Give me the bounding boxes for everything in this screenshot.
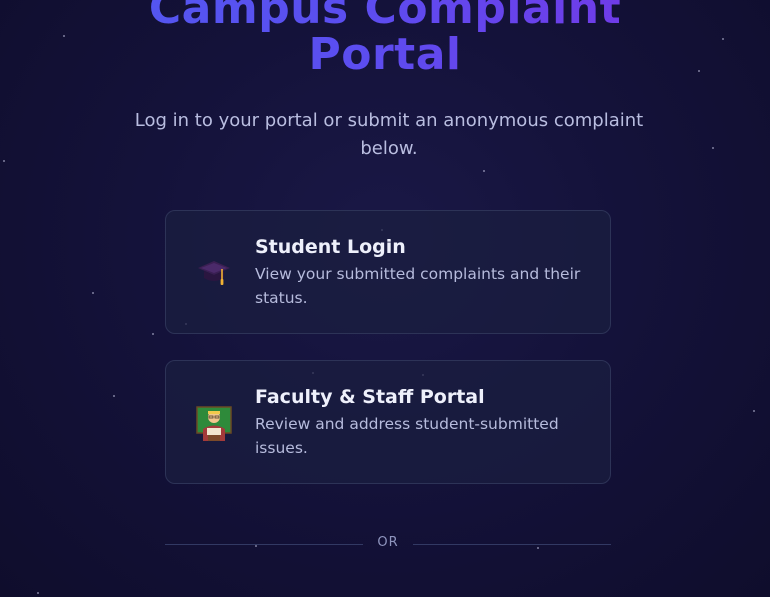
student-login-card[interactable]: Student Login View your submitted compla… [165, 210, 611, 334]
faculty-staff-portal-card[interactable]: Faculty & Staff Portal Review and addres… [165, 360, 611, 484]
teacher-icon [196, 405, 232, 441]
divider-line-right [413, 544, 611, 545]
page-title: Campus Complaint Portal [0, 0, 770, 78]
page-subtitle: Log in to your portal or submit an anony… [134, 110, 644, 159]
student-login-description: View your submitted complaints and their… [255, 265, 581, 307]
page-title-line2: Portal [308, 29, 462, 80]
or-divider: OR [165, 534, 611, 554]
faculty-staff-portal-title: Faculty & Staff Portal [255, 386, 485, 408]
student-login-title: Student Login [255, 236, 406, 258]
graduation-cap-icon [196, 255, 232, 291]
divider-label: OR [377, 535, 399, 550]
faculty-staff-portal-description: Review and address student-submitted iss… [255, 415, 559, 457]
